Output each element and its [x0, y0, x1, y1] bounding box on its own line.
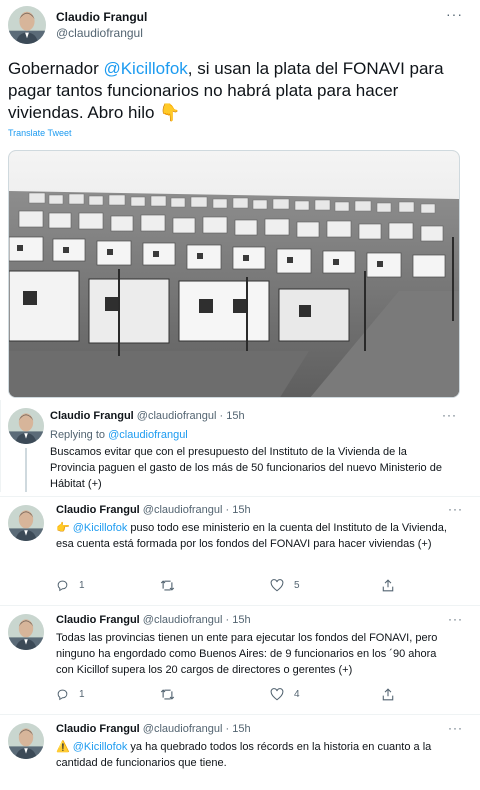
warning-emoji: ⚠️: [56, 741, 70, 753]
action-bar: 1 4: [56, 688, 436, 704]
timestamp[interactable]: · 15h: [226, 723, 251, 735]
reply-count: 1: [79, 689, 85, 700]
author-handle[interactable]: @claudiofrangul: [137, 410, 217, 422]
left-border: [0, 400, 1, 492]
pointing-down-emoji: 👇: [159, 103, 181, 122]
replying-to: Replying to @claudiofrangul: [50, 427, 450, 443]
thread-reply[interactable]: Claudio Frangul @claudiofrangul · 15h ··…: [0, 400, 480, 492]
thread-reply[interactable]: Claudio Frangul @claudiofrangul · 15h ··…: [0, 606, 480, 714]
author-handle[interactable]: @claudiofrangul: [143, 723, 223, 735]
share-icon: [382, 688, 394, 701]
reply-text: 👉 @Kicillofok puso todo ese ministerio e…: [56, 520, 456, 552]
thread-reply[interactable]: Claudio Frangul @claudiofrangul · 15h ··…: [0, 715, 480, 790]
main-tweet: Claudio Frangul @claudiofrangul ··· Gobe…: [0, 0, 480, 400]
more-options-icon[interactable]: ···: [442, 408, 457, 422]
tweet-text: Gobernador @Kicillofok, si usan la plata…: [8, 58, 448, 124]
share-icon: [382, 579, 394, 592]
avatar[interactable]: [8, 505, 44, 541]
author-handle[interactable]: @claudiofrangul: [56, 26, 143, 40]
reply-header: Claudio Frangul @claudiofrangul · 15h: [56, 504, 251, 516]
like-button[interactable]: 5: [270, 579, 300, 592]
timestamp[interactable]: · 15h: [226, 614, 251, 626]
more-options-icon[interactable]: ···: [448, 721, 463, 735]
mention-link[interactable]: @Kicillofok: [73, 741, 128, 753]
reply-text: Buscamos evitar que con el presupuesto d…: [50, 446, 442, 490]
avatar[interactable]: [8, 723, 44, 759]
thread-reply[interactable]: Claudio Frangul @claudiofrangul · 15h ··…: [0, 497, 480, 605]
author-handle[interactable]: @claudiofrangul: [143, 614, 223, 626]
avatar[interactable]: [8, 6, 46, 44]
thread-connector-line: [25, 448, 27, 492]
reply-button[interactable]: 1: [56, 579, 85, 592]
author-name[interactable]: Claudio Frangul: [50, 410, 134, 422]
more-options-icon[interactable]: ···: [446, 6, 463, 22]
timestamp[interactable]: · 15h: [220, 410, 245, 422]
reply-header: Claudio Frangul @claudiofrangul · 15h: [56, 723, 251, 735]
heart-icon: [270, 688, 284, 701]
replying-to-link[interactable]: @claudiofrangul: [108, 429, 188, 441]
share-button[interactable]: [382, 688, 394, 701]
author-name[interactable]: Claudio Frangul: [56, 614, 140, 626]
reply-text: ⚠️ @Kicillofok ya ha quebrado todos los …: [56, 739, 456, 771]
avatar[interactable]: [8, 614, 44, 650]
housing-photo-image: [9, 151, 459, 397]
reply-count: 1: [79, 580, 85, 591]
like-count: 5: [294, 580, 300, 591]
author-handle[interactable]: @claudiofrangul: [143, 504, 223, 516]
action-bar: 1 5: [56, 579, 436, 595]
reply-icon: [57, 689, 68, 701]
pointing-right-emoji: 👉: [56, 522, 70, 534]
more-options-icon[interactable]: ···: [448, 612, 463, 626]
like-count: 4: [294, 689, 300, 700]
retweet-button[interactable]: [160, 579, 175, 592]
replying-to-prefix: Replying to: [50, 429, 109, 441]
avatar[interactable]: [8, 408, 44, 444]
reply-header: Claudio Frangul @claudiofrangul · 15h: [56, 614, 251, 626]
reply-icon: [57, 580, 68, 592]
tweet-photo[interactable]: [8, 150, 460, 398]
reply-text: Todas las provincias tienen un ente para…: [56, 632, 438, 676]
heart-icon: [270, 579, 284, 592]
tweet-text-start: Gobernador: [8, 59, 104, 78]
author-name[interactable]: Claudio Frangul: [56, 504, 140, 516]
retweet-icon: [160, 580, 175, 591]
like-button[interactable]: 4: [270, 688, 300, 701]
retweet-icon: [160, 689, 175, 700]
reply-button[interactable]: 1: [56, 688, 85, 701]
timestamp[interactable]: · 15h: [226, 504, 251, 516]
author-name[interactable]: Claudio Frangul: [56, 10, 147, 24]
author-name[interactable]: Claudio Frangul: [56, 723, 140, 735]
retweet-button[interactable]: [160, 688, 175, 701]
reply-header: Claudio Frangul @claudiofrangul · 15h: [50, 410, 245, 422]
more-options-icon[interactable]: ···: [448, 502, 463, 516]
translate-tweet-link[interactable]: Translate Tweet: [8, 128, 72, 138]
share-button[interactable]: [382, 579, 394, 592]
mention-link[interactable]: @Kicillofok: [73, 522, 128, 534]
mention-link[interactable]: @Kicillofok: [103, 59, 187, 78]
